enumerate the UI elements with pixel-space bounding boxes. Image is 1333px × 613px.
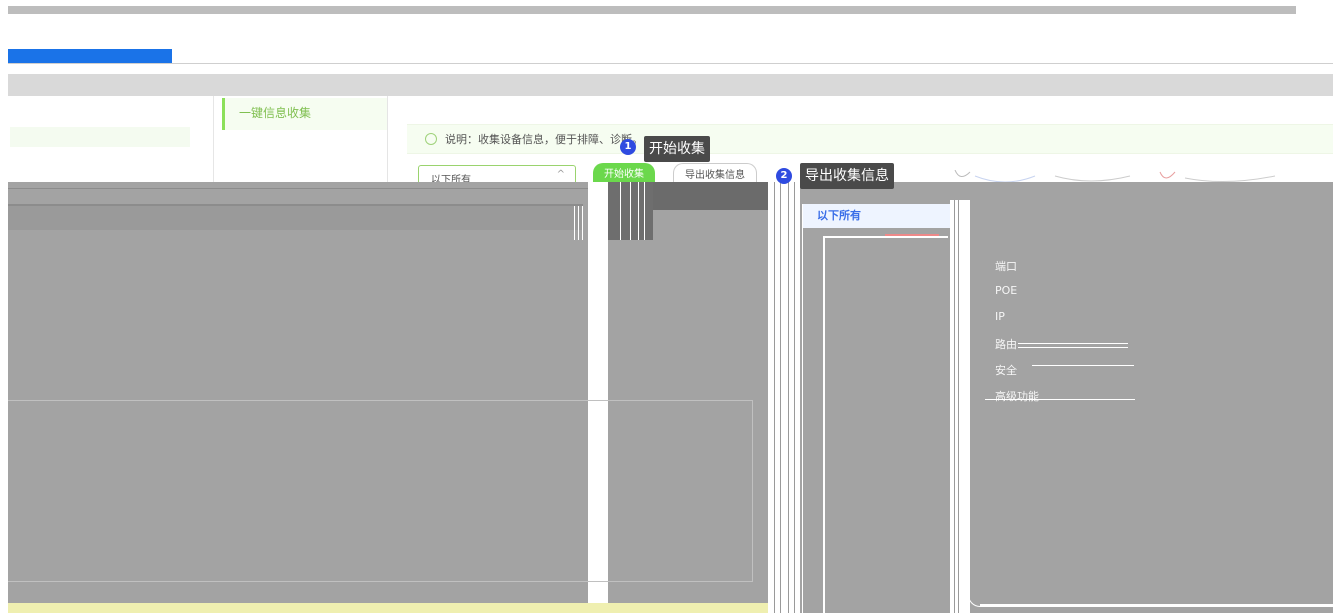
overlay-footer-bar: [8, 603, 768, 613]
submenu-item[interactable]: 高级功能: [995, 388, 1039, 414]
top-strip: [8, 6, 1296, 14]
guide-step-2-tooltip: 导出收集信息: [800, 163, 894, 189]
overlay-bottom-rule: [980, 604, 1333, 606]
submenu-item[interactable]: 路由: [995, 336, 1039, 362]
overlay-dark-block: [653, 182, 768, 210]
guide-step-2-badge: 2: [776, 168, 792, 184]
dropdown-option-list: [823, 236, 948, 613]
collect-scope-select[interactable]: 以下所有 ^: [418, 165, 576, 186]
left-panel-highlight: [10, 127, 190, 147]
function-menu: 一键信息收集: [222, 96, 388, 182]
info-icon: [425, 133, 437, 145]
scope-dropdown: 以下所有: [802, 204, 951, 613]
notice-bar: 说明：收集设备信息，便于排障、诊断。: [407, 124, 1333, 154]
dropdown-option-all[interactable]: 以下所有: [803, 204, 951, 228]
active-browser-tab[interactable]: [8, 49, 172, 63]
submenu-rule: [1018, 343, 1128, 348]
overlay-frame: [8, 400, 753, 582]
overlay-band: [8, 206, 583, 230]
export-collect-button[interactable]: 导出收集信息: [673, 163, 757, 183]
toolbar-band: [8, 74, 1333, 96]
submenu-rule: [985, 399, 1135, 400]
notice-text: 说明：收集设备信息，便于排障、诊断。: [445, 133, 643, 146]
submenu-list: 端口 POE IP 路由 安全 高级功能: [995, 258, 1039, 414]
submenu-item[interactable]: IP: [995, 310, 1039, 336]
overlay-gap: [950, 200, 970, 613]
overlay-dark-column: [608, 182, 653, 240]
guide-step-1-tooltip: 开始收集: [644, 136, 710, 162]
overlay-ticks: [573, 206, 585, 240]
submenu-item[interactable]: POE: [995, 284, 1039, 310]
start-collect-button[interactable]: 开始收集: [593, 163, 655, 182]
left-panel: [8, 96, 214, 182]
guide-step-1-badge: 1: [620, 139, 636, 155]
submenu-item[interactable]: 端口: [995, 258, 1039, 284]
submenu-rule: [1032, 365, 1134, 366]
tab-divider: [8, 63, 1333, 64]
overlay-rule: [8, 188, 588, 189]
menu-item-info-collect[interactable]: 一键信息收集: [222, 98, 387, 130]
chevron-up-icon: ^: [556, 169, 565, 180]
overlay-gap: [768, 182, 800, 613]
